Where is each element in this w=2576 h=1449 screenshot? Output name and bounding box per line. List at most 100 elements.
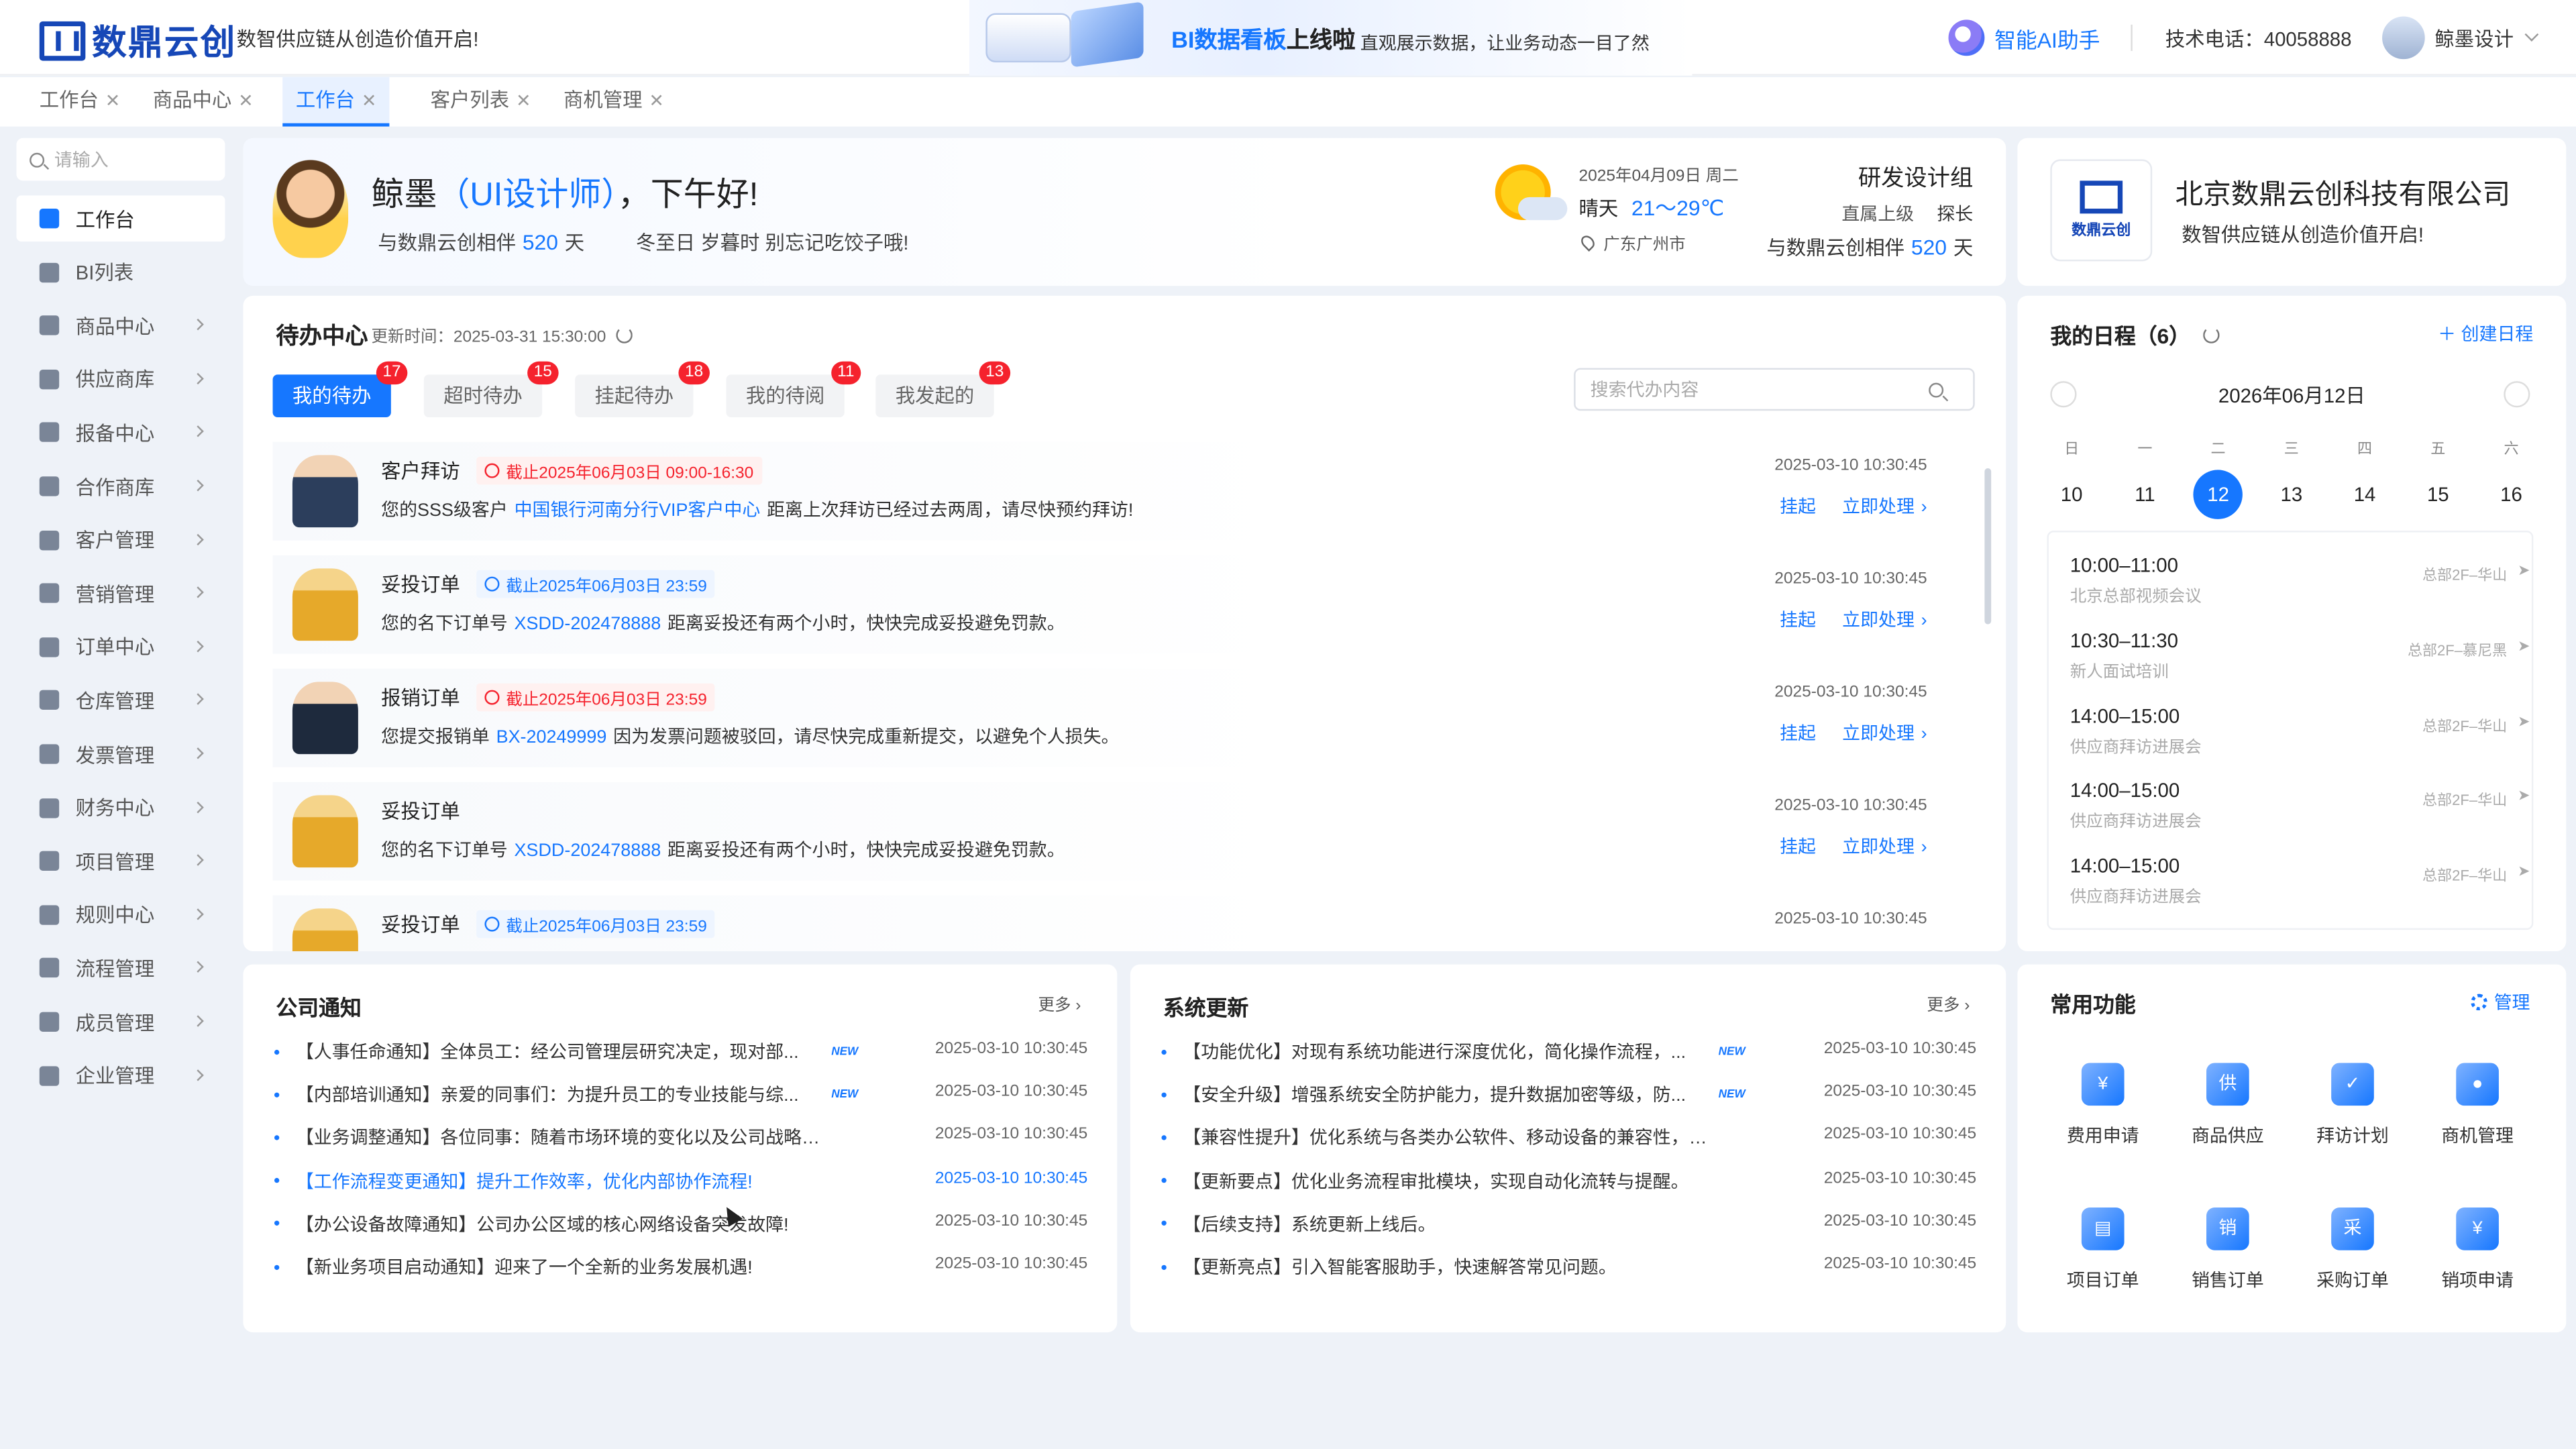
schedule-event[interactable]: 14:00–15:00 供应商拜访进展会 总部2F–华山 ➤: [2070, 704, 2530, 757]
function-item[interactable]: ✓ 拜访计划: [2303, 1063, 2402, 1148]
function-item[interactable]: ¥ 销项申请: [2428, 1208, 2527, 1293]
update-more-link[interactable]: 更多 ›: [1927, 991, 1970, 1016]
calendar-day[interactable]: 10: [2047, 470, 2096, 519]
sidebar-item[interactable]: 仓库管理: [16, 678, 225, 724]
refresh-icon[interactable]: [2203, 326, 2220, 343]
notice-item[interactable]: 【工作流程变更通知】提升工作效率，优化内部协作流程! 2025-03-10 10:…: [274, 1164, 1087, 1197]
process-now-button[interactable]: 立即处理: [1842, 838, 1915, 857]
desc-link[interactable]: XSDD-202478888: [515, 841, 661, 861]
notice-item[interactable]: 【业务调整通知】各位同事：随着市场环境的变化以及公司战略布... 2025-03-…: [274, 1121, 1087, 1154]
manage-functions-button[interactable]: 管理: [2471, 989, 2530, 1015]
calendar-day[interactable]: 13: [2267, 470, 2316, 519]
sidebar-item[interactable]: 商品中心: [16, 303, 225, 349]
notice-item[interactable]: 【人事任命通知】全体员工：经公司管理层研究决定，现对部... NEW 2025-03…: [274, 1035, 1087, 1068]
bullet-dot: [274, 1091, 280, 1097]
calendar-day[interactable]: 14: [2340, 470, 2389, 519]
notice-more-link[interactable]: 更多 ›: [1038, 991, 1081, 1016]
hang-up-button[interactable]: 挂起: [1780, 498, 1816, 517]
notice-item[interactable]: 【新业务项目启动通知】迎来了一个全新的业务发展机遇! 2025-03-10 10:…: [274, 1250, 1087, 1283]
todo-item[interactable]: 报销订单 截止2025年06月03日 23:59 您提交报销单 BX-20249999…: [272, 668, 1957, 767]
notice-item[interactable]: 【办公设备故障通知】公司办公区域的核心网络设备突发故障! 2025-03-10 1…: [274, 1208, 1087, 1240]
sidebar-item[interactable]: 企业管理: [16, 1053, 225, 1099]
calendar-day[interactable]: 15: [2414, 470, 2463, 519]
todo-item[interactable]: 妥投订单 您的名下订单号 XSDD-202478888 距离妥投还有两个小时，快快完成…: [272, 782, 1957, 881]
function-item[interactable]: 供商品供应: [2178, 1063, 2277, 1148]
sidebar-item[interactable]: 成员管理: [16, 999, 225, 1045]
tab-workbench[interactable]: 工作台 ✕: [26, 77, 133, 126]
tab-product-center[interactable]: 商品中心 ✕: [140, 77, 266, 126]
function-item[interactable]: ▤ 项目订单: [2053, 1208, 2152, 1293]
hang-up-button[interactable]: 挂起: [1780, 838, 1816, 857]
sidebar-item[interactable]: 报备中心: [16, 410, 225, 456]
app-logo[interactable]: 数鼎云创: [39, 16, 237, 65]
sidebar-item[interactable]: 工作台: [16, 195, 225, 242]
todo-tab[interactable]: 超时待办 15: [423, 361, 559, 418]
desc-link[interactable]: 中国银行河南分行VIP客户中心: [515, 501, 761, 521]
update-item[interactable]: 【兼容性提升】优化系统与各类办公软件、移动设备的兼容性，便... 2025-03-…: [1161, 1121, 1976, 1154]
sidebar-item[interactable]: 财务中心: [16, 785, 225, 831]
todo-tab[interactable]: 挂起待办 18: [575, 361, 710, 418]
todo-item-title: 客户拜访 截止2025年06月03日 09:00-16:30: [381, 456, 762, 485]
todo-tab[interactable]: 我发起的 13: [875, 361, 1011, 418]
user-menu[interactable]: 鲸墨设计: [2382, 16, 2539, 60]
todo-search-input[interactable]: 搜索代办内容: [1574, 368, 1975, 411]
todo-item[interactable]: 客户拜访 截止2025年06月03日 09:00-16:30 您的SSS级客户 中国银…: [272, 441, 1957, 541]
function-item[interactable]: 采采购订单: [2303, 1208, 2402, 1293]
close-icon[interactable]: ✕: [649, 92, 664, 111]
close-icon[interactable]: ✕: [516, 92, 531, 111]
schedule-event[interactable]: 14:00–15:00 供应商拜访进展会 总部2F–华山 ➤: [2070, 780, 2530, 832]
todo-tab[interactable]: 我的待办 17: [272, 361, 408, 418]
todo-item[interactable]: 妥投订单 截止2025年06月03日 23:59 您的名下订单号 XSDD-20247…: [272, 555, 1957, 654]
hang-up-button[interactable]: 挂起: [1780, 724, 1816, 744]
calendar-day[interactable]: 11: [2121, 470, 2169, 519]
sidebar-search-input[interactable]: 请输入: [16, 138, 225, 181]
sidebar-item[interactable]: BI列表: [16, 249, 225, 295]
calendar-day[interactable]: 16: [2487, 470, 2536, 519]
tab-opportunity[interactable]: 商机管理 ✕: [550, 77, 677, 126]
function-item[interactable]: ● 商机管理: [2428, 1063, 2527, 1148]
process-now-button[interactable]: 立即处理: [1842, 611, 1915, 631]
company-slogan: 数智供应链从创造价值开启!: [2182, 223, 2424, 247]
days-together: 与数鼎云创相伴 520 天: [1766, 235, 1974, 260]
desc-link[interactable]: XSDD-202478888: [515, 614, 661, 634]
close-icon[interactable]: ✕: [362, 92, 377, 111]
sidebar-item[interactable]: 流程管理: [16, 945, 225, 991]
scrollbar[interactable]: [1984, 468, 1992, 625]
update-item[interactable]: 【安全升级】增强系统安全防护能力，提升数据加密等级，防... NEW 2025-03…: [1161, 1078, 1976, 1111]
refresh-icon[interactable]: [616, 326, 633, 343]
desc-link[interactable]: BX-20249999: [496, 728, 607, 747]
todo-tab[interactable]: 我的待阅 11: [726, 361, 861, 418]
sidebar-item[interactable]: 订单中心: [16, 624, 225, 670]
close-icon[interactable]: ✕: [238, 92, 254, 111]
desc-prefix: 您的名下订单号: [381, 841, 508, 861]
sidebar-item[interactable]: 合作商库: [16, 464, 225, 510]
process-now-button[interactable]: 立即处理: [1842, 724, 1915, 744]
function-item[interactable]: ¥ 费用申请: [2053, 1063, 2152, 1148]
tab-customer-list[interactable]: 客户列表 ✕: [417, 77, 544, 126]
process-now-button[interactable]: 立即处理: [1842, 498, 1915, 517]
sidebar-item[interactable]: 发票管理: [16, 731, 225, 777]
todo-item[interactable]: 妥投订单 截止2025年06月03日 23:59 2025-03-10 10:30:…: [272, 895, 1957, 951]
close-icon[interactable]: ✕: [105, 92, 121, 111]
calendar-day[interactable]: 12: [2193, 470, 2243, 519]
sidebar-item[interactable]: 供应商库: [16, 356, 225, 402]
create-schedule-button[interactable]: ＋ 创建日程: [2438, 321, 2533, 347]
tab-workbench-active[interactable]: 工作台 ✕: [282, 77, 390, 127]
ai-assistant-button[interactable]: 智能AI助手: [1948, 19, 2100, 56]
schedule-event[interactable]: 10:30–11:30 新人面试培训 总部2F–慕尼黑 ➤: [2070, 629, 2530, 681]
sidebar-item[interactable]: 客户管理: [16, 517, 225, 563]
schedule-event[interactable]: 10:00–11:00 北京总部视频会议 总部2F–华山 ➤: [2070, 553, 2530, 606]
notice-item[interactable]: 【内部培训通知】亲爱的同事们：为提升员工的专业技能与综... NEW 2025-03…: [274, 1078, 1087, 1111]
update-item[interactable]: 【功能优化】对现有系统功能进行深度优化，简化操作流程，... NEW 2025-03…: [1161, 1035, 1976, 1068]
update-item[interactable]: 【更新要点】优化业务流程审批模块，实现自动化流转与提醒。 2025-03-10 1…: [1161, 1164, 1976, 1197]
function-item[interactable]: 销销售订单: [2178, 1208, 2277, 1293]
sidebar-item[interactable]: 营销管理: [16, 570, 225, 616]
sidebar-item[interactable]: 项目管理: [16, 838, 225, 884]
hang-up-button[interactable]: 挂起: [1780, 611, 1816, 631]
bi-banner[interactable]: BI数据看板上线啦 直观展示数据，让业务动态一目了然: [969, 0, 1693, 76]
next-week-icon[interactable]: [2504, 381, 2530, 408]
update-item[interactable]: 【后续支持】系统更新上线后。 2025-03-10 10:30:45: [1161, 1208, 1976, 1240]
update-item[interactable]: 【更新亮点】引入智能客服助手，快速解答常见问题。 2025-03-10 10:30…: [1161, 1250, 1976, 1283]
sidebar-item[interactable]: 规则中心: [16, 892, 225, 938]
schedule-event[interactable]: 14:00–15:00 供应商拜访进展会 总部2F–华山 ➤: [2070, 855, 2530, 907]
